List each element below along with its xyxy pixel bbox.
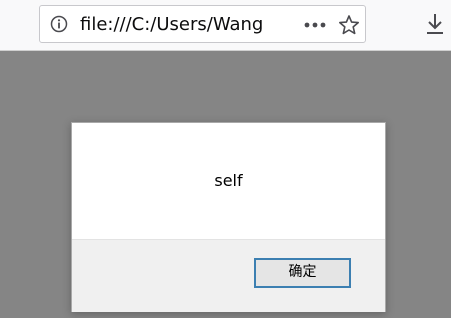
browser-toolbar: file:///C:/Users/Wang — [0, 0, 451, 51]
download-icon[interactable] — [424, 12, 446, 36]
dialog-body: self — [72, 123, 385, 239]
url-fade-overlay — [270, 10, 298, 40]
alert-message: self — [214, 171, 243, 190]
star-icon[interactable] — [338, 14, 360, 36]
dialog-footer: 确定 — [72, 239, 385, 312]
ok-button[interactable]: 确定 — [254, 258, 351, 288]
info-icon[interactable] — [50, 15, 68, 33]
url-bar[interactable]: file:///C:/Users/Wang — [39, 5, 366, 43]
more-horizontal-icon[interactable] — [302, 14, 328, 36]
alert-dialog: self 确定 — [71, 122, 386, 312]
url-text[interactable]: file:///C:/Users/Wang — [80, 14, 292, 36]
